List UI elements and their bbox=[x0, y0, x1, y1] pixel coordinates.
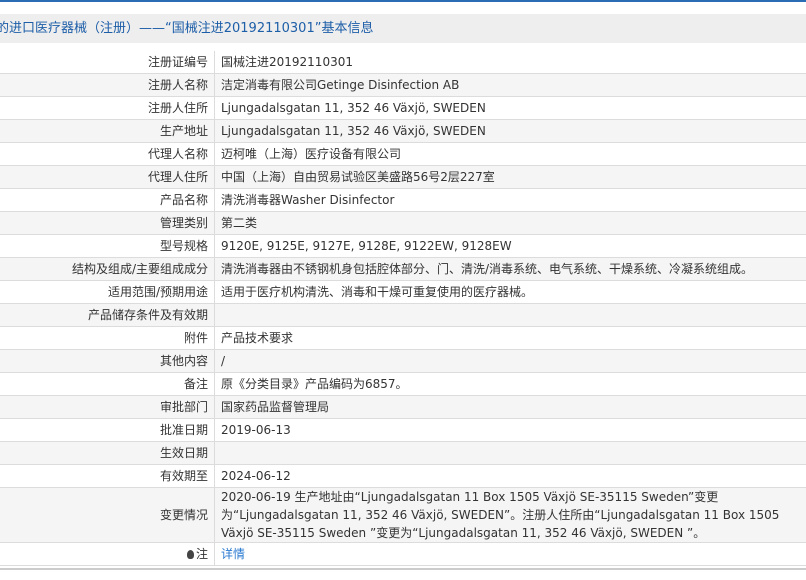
field-label: 产品储存条件及有效期 bbox=[0, 303, 215, 327]
field-value: 9120E, 9125E, 9127E, 9128E, 9122EW, 9128… bbox=[214, 234, 806, 258]
field-label: 适用范围/预期用途 bbox=[0, 280, 215, 304]
field-value: 国械注进20192110301 bbox=[214, 51, 806, 74]
field-value: 清洗消毒器Washer Disinfector bbox=[214, 188, 806, 212]
field-label: 生效日期 bbox=[0, 441, 215, 465]
field-value bbox=[214, 303, 806, 327]
field-label: 注册人名称 bbox=[0, 73, 215, 97]
table-row: 适用范围/预期用途 适用于医疗机构清洗、消毒和干燥可重复使用的医疗器械。 bbox=[0, 280, 806, 304]
field-label: 型号规格 bbox=[0, 234, 215, 258]
field-label: 注册证编号 bbox=[0, 51, 215, 74]
field-label: 生产地址 bbox=[0, 119, 215, 143]
field-label: 批准日期 bbox=[0, 418, 215, 442]
table-row: 其他内容 / bbox=[0, 349, 806, 373]
details-link[interactable]: 详情 bbox=[221, 547, 245, 561]
field-label: 注册人住所 bbox=[0, 96, 215, 120]
field-value: 适用于医疗机构清洗、消毒和干燥可重复使用的医疗器械。 bbox=[214, 280, 806, 304]
field-value: 第二类 bbox=[214, 211, 806, 235]
table-row: 产品名称 清洗消毒器Washer Disinfector bbox=[0, 188, 806, 212]
field-value: 2019-06-13 bbox=[214, 418, 806, 442]
info-table: 注册证编号 国械注进20192110301 注册人名称 洁定消毒有限公司Getinge… bbox=[0, 51, 806, 566]
table-row: 代理人名称 迈柯唯（上海）医疗设备有限公司 bbox=[0, 142, 806, 166]
field-value: 原《分类目录》产品编码为6857。 bbox=[214, 372, 806, 396]
table-row: 备注 原《分类目录》产品编码为6857。 bbox=[0, 372, 806, 396]
field-label: 注 bbox=[0, 542, 215, 566]
field-label: 其他内容 bbox=[0, 349, 215, 373]
field-label: 代理人名称 bbox=[0, 142, 215, 166]
field-value: 2020-06-19 生产地址由“Ljungadalsgatan 11 Box … bbox=[214, 487, 806, 543]
bottom-divider bbox=[0, 568, 806, 570]
field-value: Ljungadalsgatan 11, 352 46 Växjö, SWEDEN bbox=[214, 119, 806, 143]
table-row: 附件 产品技术要求 bbox=[0, 326, 806, 350]
table-row: 生效日期 bbox=[0, 441, 806, 465]
bulb-icon bbox=[186, 550, 194, 559]
page-title: 的进口医疗器械（注册）——“国械注进20192110301”基本信息 bbox=[0, 14, 806, 43]
top-border bbox=[0, 0, 806, 2]
field-value: 洁定消毒有限公司Getinge Disinfection AB bbox=[214, 73, 806, 97]
table-row: 型号规格 9120E, 9125E, 9127E, 9128E, 9122EW, … bbox=[0, 234, 806, 258]
field-label: 结构及组成/主要组成成分 bbox=[0, 257, 215, 281]
table-row: 注详情 bbox=[0, 542, 806, 566]
table-row: 产品储存条件及有效期 bbox=[0, 303, 806, 327]
field-value: Ljungadalsgatan 11, 352 46 Växjö, SWEDEN bbox=[214, 96, 806, 120]
table-row: 结构及组成/主要组成成分 清洗消毒器由不锈钢机身包括腔体部分、门、清洗/消毒系统、… bbox=[0, 257, 806, 281]
field-value: 产品技术要求 bbox=[214, 326, 806, 350]
table-row: 注册人名称 洁定消毒有限公司Getinge Disinfection AB bbox=[0, 73, 806, 97]
table-row: 注册人住所 Ljungadalsgatan 11, 352 46 Växjö, S… bbox=[0, 96, 806, 120]
field-value: 国家药品监督管理局 bbox=[214, 395, 806, 419]
field-value: / bbox=[214, 349, 806, 373]
field-label: 备注 bbox=[0, 372, 215, 396]
table-row: 代理人住所 中国（上海）自由贸易试验区美盛路56号2层227室 bbox=[0, 165, 806, 189]
field-label: 管理类别 bbox=[0, 211, 215, 235]
table-row: 注册证编号 国械注进20192110301 bbox=[0, 51, 806, 74]
table-row: 管理类别 第二类 bbox=[0, 211, 806, 235]
field-label: 变更情况 bbox=[0, 487, 215, 543]
table-row: 批准日期 2019-06-13 bbox=[0, 418, 806, 442]
field-label: 有效期至 bbox=[0, 464, 215, 488]
note-label: 注 bbox=[195, 547, 208, 561]
field-value bbox=[214, 441, 806, 465]
table-row: 生产地址 Ljungadalsgatan 11, 352 46 Växjö, SW… bbox=[0, 119, 806, 143]
field-label: 附件 bbox=[0, 326, 215, 350]
field-label: 代理人住所 bbox=[0, 165, 215, 189]
field-value: 2024-06-12 bbox=[214, 464, 806, 488]
table-row: 变更情况 2020-06-19 生产地址由“Ljungadalsgatan 11 … bbox=[0, 487, 806, 543]
field-value: 迈柯唯（上海）医疗设备有限公司 bbox=[214, 142, 806, 166]
field-value: 中国（上海）自由贸易试验区美盛路56号2层227室 bbox=[214, 165, 806, 189]
table-row: 审批部门 国家药品监督管理局 bbox=[0, 395, 806, 419]
field-label: 产品名称 bbox=[0, 188, 215, 212]
field-label: 审批部门 bbox=[0, 395, 215, 419]
table-row: 有效期至 2024-06-12 bbox=[0, 464, 806, 488]
field-value: 清洗消毒器由不锈钢机身包括腔体部分、门、清洗/消毒系统、电气系统、干燥系统、冷凝… bbox=[214, 257, 806, 281]
